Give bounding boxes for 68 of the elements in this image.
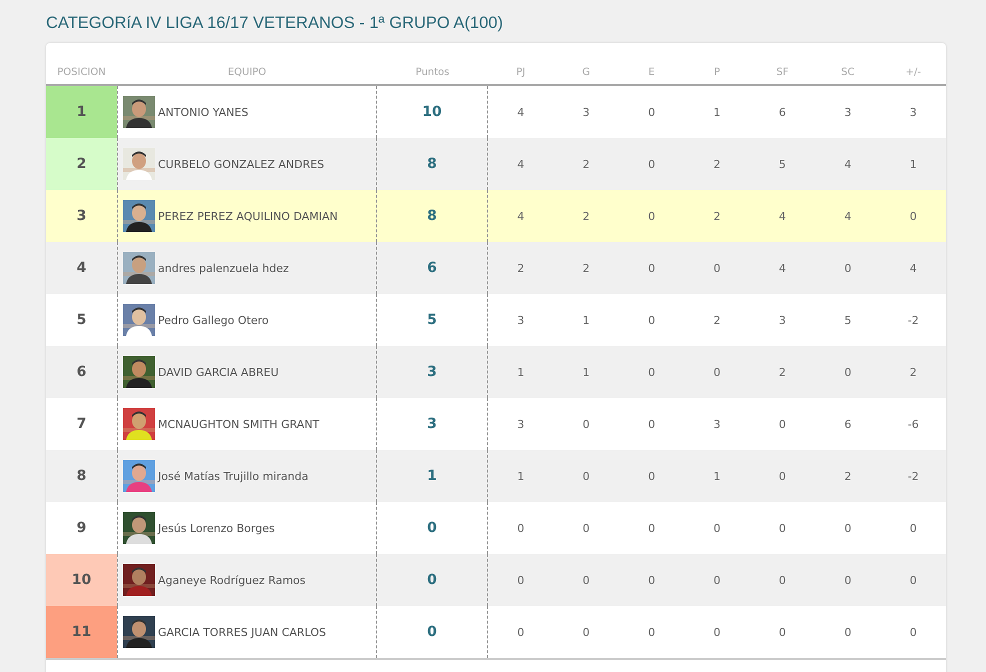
stat-cell: 0	[618, 190, 684, 242]
player-name: andres palenzuela hdez	[158, 262, 289, 274]
stat-cell: 0	[488, 554, 554, 606]
player-name: ANTONIO YANES	[158, 106, 248, 118]
stat-cell: 0	[880, 554, 946, 606]
stat-cell: 1	[488, 346, 554, 398]
player-name: MCNAUGHTON SMITH GRANT	[158, 418, 320, 430]
stat-cell: 0	[815, 346, 881, 398]
stat-cell: 4	[750, 190, 816, 242]
stat-cell: 2	[553, 138, 619, 190]
points-cell: 1	[377, 450, 488, 502]
page-title: CATEGORíA IV LIGA 16/17 VETERANOS - 1ª GRUPO A(100)	[46, 14, 504, 33]
position-cell: 4	[46, 242, 117, 294]
stat-cell: 0	[815, 242, 881, 294]
player-name: PEREZ PEREZ AQUILINO DAMIAN	[158, 210, 338, 222]
player-name: DAVID GARCIA ABREU	[158, 366, 279, 378]
position-cell: 10	[46, 554, 117, 606]
stat-cell: 4	[815, 190, 881, 242]
stat-cell: 0	[880, 190, 946, 242]
stat-cell: 4	[488, 138, 554, 190]
stat-cell: 0	[750, 450, 816, 502]
stat-cell: 2	[553, 242, 619, 294]
player-name: Jesús Lorenzo Borges	[158, 522, 275, 534]
stat-cell: 0	[815, 554, 881, 606]
player-name: GARCIA TORRES JUAN CARLOS	[158, 626, 326, 638]
stat-cell: 0	[553, 450, 619, 502]
stat-cell: 0	[684, 554, 750, 606]
player-name: José Matías Trujillo miranda	[158, 470, 308, 482]
stat-cell: 2	[553, 190, 619, 242]
points-cell: 3	[377, 346, 488, 398]
position-cell: 1	[46, 86, 117, 138]
stat-cell: 2	[684, 190, 750, 242]
position-cell: 3	[46, 190, 117, 242]
stat-cell: 2	[880, 346, 946, 398]
stat-cell: 0	[750, 554, 816, 606]
stat-cell: 0	[553, 554, 619, 606]
stat-cell: 1	[553, 346, 619, 398]
stat-cell: -2	[880, 450, 946, 502]
stat-cell: 4	[750, 242, 816, 294]
points-cell: 8	[377, 190, 488, 242]
stat-cell: 0	[618, 554, 684, 606]
position-cell: 2	[46, 138, 117, 190]
stat-cell: 1	[488, 450, 554, 502]
stat-cell: 0	[618, 346, 684, 398]
stat-cell: 0	[684, 346, 750, 398]
position-cell: 11	[46, 606, 117, 658]
stat-cell: 0	[618, 138, 684, 190]
points-cell: 6	[377, 242, 488, 294]
stat-cell: 2	[684, 138, 750, 190]
stat-cell: 1	[684, 450, 750, 502]
points-cell: 8	[377, 138, 488, 190]
player-name: Aganeye Rodríguez Ramos	[158, 574, 306, 586]
stat-cell: 0	[618, 450, 684, 502]
position-cell: 6	[46, 346, 117, 398]
stat-cell: 4	[815, 138, 881, 190]
stat-cell: 2	[750, 346, 816, 398]
stat-cell: 1	[880, 138, 946, 190]
stat-cell: 0	[684, 242, 750, 294]
stat-cell: 2	[488, 242, 554, 294]
stat-cell: 4	[880, 242, 946, 294]
stat-cell: 0	[618, 242, 684, 294]
points-cell: 0	[377, 554, 488, 606]
position-cell: 8	[46, 450, 117, 502]
player-name: CURBELO GONZALEZ ANDRES	[158, 158, 324, 170]
stat-cell: 2	[815, 450, 881, 502]
player-name: Pedro Gallego Otero	[158, 314, 269, 326]
stat-cell: 4	[488, 190, 554, 242]
stat-cell: 5	[750, 138, 816, 190]
